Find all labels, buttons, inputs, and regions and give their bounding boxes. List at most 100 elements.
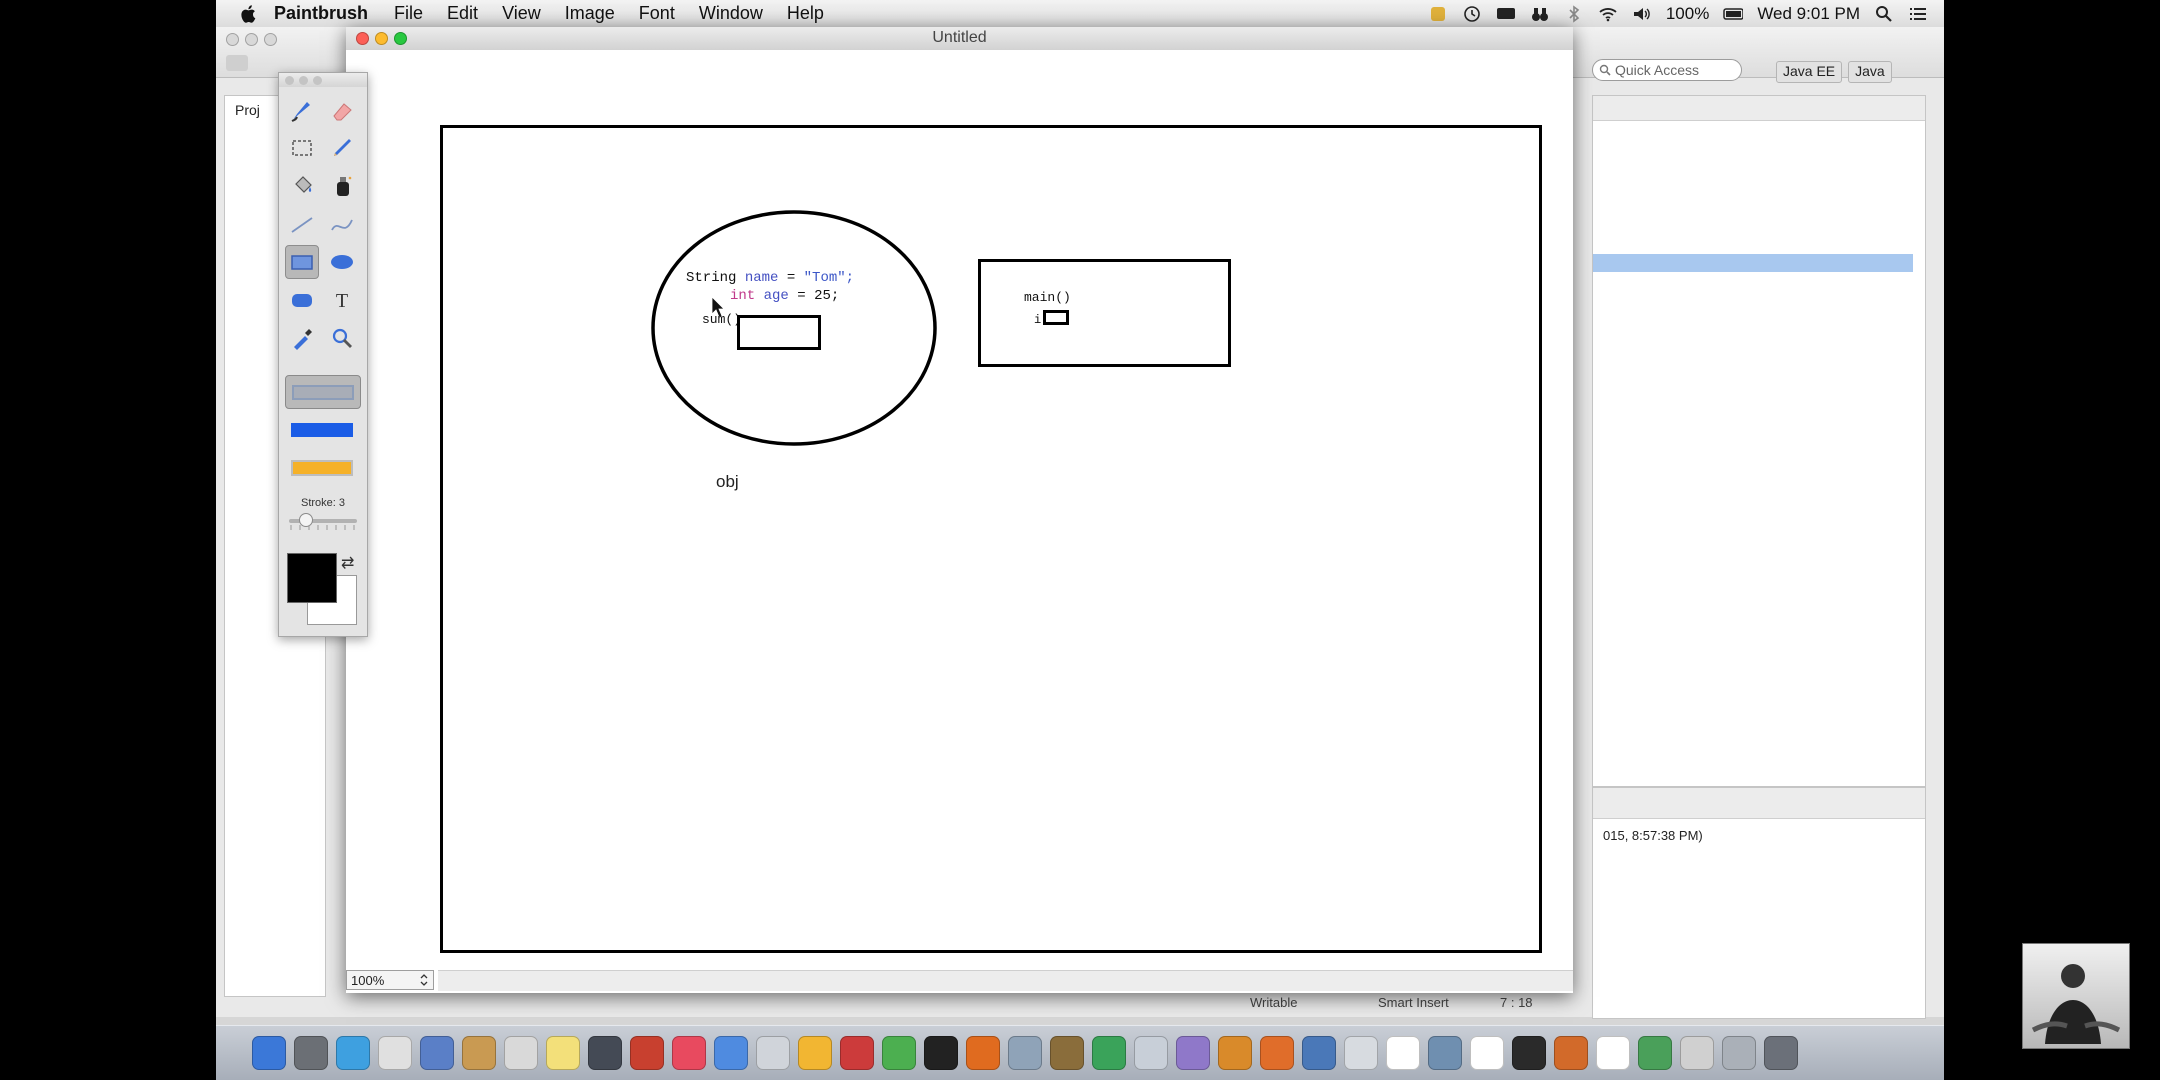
eclipse-close-button[interactable] [226, 33, 239, 46]
display-icon[interactable] [1496, 5, 1516, 23]
eraser-icon[interactable] [325, 93, 359, 127]
sum-method-box [737, 315, 821, 350]
drawing-canvas[interactable]: String name = "Tom"; int age = 25; sum()… [346, 50, 1573, 970]
rectangle-icon[interactable] [285, 245, 319, 279]
menu-font[interactable]: Font [639, 3, 675, 24]
quick-access-field[interactable]: Quick Access [1592, 59, 1742, 81]
menu-view[interactable]: View [502, 3, 541, 24]
dock-app-icon-9[interactable] [588, 1036, 622, 1070]
palette-close-button[interactable] [285, 76, 294, 85]
horizontal-scrollbar[interactable] [438, 970, 1573, 991]
dock-app-icon-7[interactable] [504, 1036, 538, 1070]
line-icon[interactable] [285, 207, 319, 241]
dock-app-icon-13[interactable] [756, 1036, 790, 1070]
menu-help[interactable]: Help [787, 3, 824, 24]
palette-title-bar[interactable] [279, 73, 367, 87]
dock-app-icon-36[interactable] [1722, 1036, 1756, 1070]
paintbrush-icon[interactable] [285, 93, 319, 127]
sum-method-label: sum() [702, 312, 742, 327]
dock-app-icon-34[interactable] [1638, 1036, 1672, 1070]
menu-window[interactable]: Window [699, 3, 763, 24]
fill-style-outline[interactable] [285, 375, 361, 409]
dock-app-icon-27[interactable] [1344, 1036, 1378, 1070]
zoom-icon[interactable] [325, 321, 359, 355]
rounded-rect-icon[interactable] [285, 283, 319, 317]
apple-icon[interactable] [238, 3, 260, 25]
dock-app-icon-21[interactable] [1092, 1036, 1126, 1070]
dock-app-icon-2[interactable] [294, 1036, 328, 1070]
menu-image[interactable]: Image [565, 3, 615, 24]
foreground-color-well[interactable] [287, 553, 337, 603]
dock-app-icon-37[interactable] [1764, 1036, 1798, 1070]
menu-clock[interactable]: Wed 9:01 PM [1757, 4, 1860, 24]
palette-minimize-button[interactable] [299, 76, 308, 85]
eclipse-minimize-button[interactable] [245, 33, 258, 46]
dock-app-icon-29[interactable] [1428, 1036, 1462, 1070]
time-machine-icon[interactable] [1462, 5, 1482, 23]
paint-bucket-icon[interactable] [285, 169, 319, 203]
dock-app-icon-12[interactable] [714, 1036, 748, 1070]
dock-app-icon-32[interactable] [1554, 1036, 1588, 1070]
dock-app-icon-30[interactable] [1470, 1036, 1504, 1070]
rect-select-icon[interactable] [285, 131, 319, 165]
menu-file[interactable]: File [394, 3, 423, 24]
dock-app-icon-1[interactable] [252, 1036, 286, 1070]
volume-icon[interactable] [1632, 5, 1652, 23]
dock-app-icon-28[interactable] [1386, 1036, 1420, 1070]
text-icon[interactable]: T [325, 283, 359, 317]
eclipse-zoom-button[interactable] [264, 33, 277, 46]
app-name-menu[interactable]: Paintbrush [274, 3, 368, 24]
dock-app-icon-25[interactable] [1260, 1036, 1294, 1070]
dock-app-icon-23[interactable] [1176, 1036, 1210, 1070]
dock-app-icon-33[interactable] [1596, 1036, 1630, 1070]
menu-edit[interactable]: Edit [447, 3, 478, 24]
dock-app-icon-16[interactable] [882, 1036, 916, 1070]
battery-percent[interactable]: 100% [1666, 4, 1709, 24]
zoom-level-field[interactable]: 100% [346, 970, 434, 990]
dock-app-icon-4[interactable] [378, 1036, 412, 1070]
swap-colors-icon[interactable]: ⇄ [341, 553, 354, 573]
dock-app-icon-26[interactable] [1302, 1036, 1336, 1070]
variable-i-label: i [1034, 313, 1042, 327]
project-explorer-tab[interactable]: Proj [235, 102, 260, 118]
dock-app-icon-10[interactable] [630, 1036, 664, 1070]
dock-app-icon-20[interactable] [1050, 1036, 1084, 1070]
fill-style-fill[interactable] [291, 423, 353, 437]
dock-app-icon-11[interactable] [672, 1036, 706, 1070]
pencil-icon[interactable] [325, 131, 359, 165]
battery-icon[interactable] [1723, 5, 1744, 23]
eclipse-new-icon[interactable] [226, 55, 248, 71]
dock-app-icon-35[interactable] [1680, 1036, 1714, 1070]
dock-app-icon-5[interactable] [420, 1036, 454, 1070]
dock-app-icon-18[interactable] [966, 1036, 1000, 1070]
dock [216, 1025, 1944, 1080]
dock-app-icon-15[interactable] [840, 1036, 874, 1070]
dock-app-icon-31[interactable] [1512, 1036, 1546, 1070]
binoculars-icon[interactable] [1530, 5, 1550, 23]
wifi-icon[interactable] [1598, 5, 1618, 23]
notification-app-icon[interactable] [1428, 5, 1448, 23]
ellipse-icon[interactable] [325, 245, 359, 279]
palette-zoom-button[interactable] [313, 76, 322, 85]
dock-app-icon-22[interactable] [1134, 1036, 1168, 1070]
menu-bar: Paintbrush File Edit View Image Font Win… [216, 0, 1944, 28]
document-title-bar[interactable]: Untitled [346, 27, 1573, 51]
dock-app-icon-3[interactable] [336, 1036, 370, 1070]
dock-app-icon-6[interactable] [462, 1036, 496, 1070]
spotlight-search-icon[interactable] [1874, 5, 1894, 23]
dock-app-icon-8[interactable] [546, 1036, 580, 1070]
curve-icon[interactable] [325, 207, 359, 241]
fill-style-outline-fill[interactable] [291, 460, 353, 476]
perspective-java[interactable]: Java [1848, 61, 1892, 83]
mac-screen: Paintbrush File Edit View Image Font Win… [216, 0, 1944, 1080]
perspective-java-ee[interactable]: Java EE [1776, 61, 1843, 83]
dock-app-icon-19[interactable] [1008, 1036, 1042, 1070]
notification-center-icon[interactable] [1908, 5, 1928, 23]
dock-app-icon-17[interactable] [924, 1036, 958, 1070]
outline-selected-row[interactable] [1593, 254, 1913, 272]
bluetooth-icon[interactable] [1564, 4, 1584, 23]
eyedropper-icon[interactable] [285, 321, 319, 355]
spray-icon[interactable] [325, 169, 359, 203]
dock-app-icon-24[interactable] [1218, 1036, 1252, 1070]
dock-app-icon-14[interactable] [798, 1036, 832, 1070]
